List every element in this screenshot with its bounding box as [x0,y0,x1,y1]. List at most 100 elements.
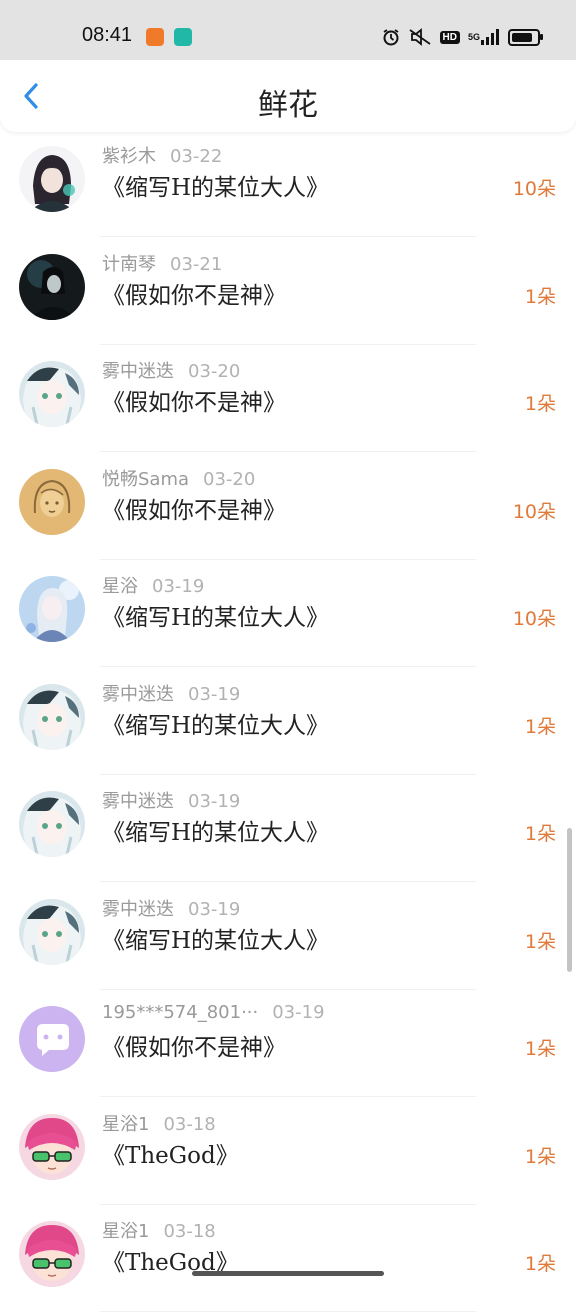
user-name[interactable]: 雾中迷迭 [102,791,174,812]
status-bar: 08:41 HD 5G [0,0,576,60]
user-name[interactable]: 雾中迷迭 [102,899,174,920]
flower-count: 1朵 [524,1253,556,1275]
item-meta: 星浴1 03-18 [102,1217,216,1243]
user-name[interactable]: 星浴1 [102,1221,149,1242]
user-name[interactable]: 星浴 [102,576,138,597]
flower-count: 10朵 [512,178,556,200]
work-title[interactable]: 《假如你不是神》 [102,1028,286,1062]
work-title[interactable]: 《缩写H的某位大人》 [102,813,329,847]
5g-signal-icon: 5G [468,29,500,45]
pink-hair-glasses-avatar [19,1113,85,1180]
status-icons: HD 5G [382,26,543,48]
flower-count: 1朵 [524,1038,556,1060]
item-meta: 悦畅Sama 03-20 [102,465,255,491]
avatar[interactable] [19,1006,85,1072]
work-title[interactable]: 《缩写H的某位大人》 [102,706,329,740]
alarm-icon [382,28,400,46]
work-title[interactable]: 《假如你不是神》 [102,491,286,525]
flower-count: 1朵 [524,1145,556,1168]
default-chat-avatar [19,1006,85,1072]
item-date: 03-20 [188,361,241,382]
list-item[interactable]: 紫衫木 03-22 《缩写H的某位大人》 10朵 [0,130,576,237]
item-date: 03-21 [170,253,223,275]
battery-level [512,32,532,42]
flower-count: 10朵 [512,608,556,630]
user-name[interactable]: 悦畅Sama [102,469,189,490]
battery-icon [508,28,543,46]
white-hair-anime-avatar [19,361,85,427]
network-type: 5G [467,31,480,42]
item-meta: 雾中迷迭 03-19 [102,680,240,706]
list-item[interactable]: 星浴 03-19 《缩写H的某位大人》 10朵 [0,560,576,667]
user-name[interactable]: 195***574_801··· [102,1002,258,1023]
header: 鲜花 [0,60,576,132]
item-meta: 星浴 03-19 [102,572,204,598]
work-title[interactable]: 《缩写H的某位大人》 [102,921,329,955]
item-date: 03-19 [272,1002,325,1023]
item-meta: 计南琴 03-21 [102,250,222,276]
item-meta: 雾中迷迭 03-19 [102,895,240,921]
list-item[interactable]: 星浴1 03-18 《TheGod》 1朵 [0,1098,576,1205]
mute-icon [408,28,432,46]
list-item[interactable]: 星浴1 03-18 《TheGod》 1朵 [0,1205,576,1312]
avatar[interactable] [19,576,85,642]
work-title[interactable]: 《TheGod》 [102,1136,239,1170]
scrollbar[interactable] [567,828,572,972]
list-item[interactable]: 计南琴 03-21 《假如你不是神》 1朵 [0,238,576,345]
avatar[interactable] [19,1221,85,1287]
avatar[interactable] [19,361,85,427]
flower-count: 1朵 [524,715,556,738]
flower-count: 10朵 [512,500,556,523]
list-item[interactable]: 雾中迷迭 03-19 《缩写H的某位大人》 1朵 [0,668,576,775]
white-hair-anime-avatar [19,683,85,750]
avatar[interactable] [19,791,85,857]
item-date: 03-19 [152,576,205,597]
user-name[interactable]: 紫衫木 [102,146,156,167]
flower-count: 1朵 [524,823,556,845]
avatar[interactable] [19,146,85,212]
avatar[interactable] [19,898,85,965]
item-date: 03-18 [163,1221,216,1242]
white-hair-anime-avatar [19,898,85,965]
list-item[interactable]: 雾中迷迭 03-20 《假如你不是神》 1朵 [0,345,576,452]
user-name[interactable]: 雾中迷迭 [102,361,174,382]
user-name[interactable]: 星浴1 [102,1114,149,1135]
white-hair-anime-avatar [19,791,85,857]
avatar[interactable] [19,253,85,320]
work-title[interactable]: 《缩写H的某位大人》 [102,598,329,632]
flower-count: 1朵 [524,930,556,953]
blue-anime-avatar [19,576,85,642]
sketch-girl-avatar [19,468,85,535]
page-title: 鲜花 [258,88,318,123]
avatar[interactable] [19,468,85,535]
user-name[interactable]: 计南琴 [102,254,156,275]
work-title[interactable]: 《假如你不是神》 [102,383,286,417]
pink-hair-glasses-avatar [19,1221,85,1287]
avatar[interactable] [19,1113,85,1180]
item-meta: 星浴1 03-18 [102,1110,216,1136]
teal-app-icon [174,28,192,46]
flower-count: 1朵 [524,285,556,308]
avatar[interactable] [19,683,85,750]
work-title[interactable]: 《假如你不是神》 [102,276,286,310]
list-item[interactable]: 悦畅Sama 03-20 《假如你不是神》 10朵 [0,453,576,560]
dark-hair-anime-avatar [19,146,85,212]
list-item[interactable]: 195***574_801··· 03-19 《假如你不是神》 1朵 [0,990,576,1097]
item-meta: 雾中迷迭 03-19 [102,787,240,813]
home-indicator[interactable] [192,1271,384,1276]
list-item[interactable]: 雾中迷迭 03-19 《缩写H的某位大人》 1朵 [0,775,576,882]
work-title[interactable]: 《缩写H的某位大人》 [102,168,329,202]
list-item[interactable]: 雾中迷迭 03-19 《缩写H的某位大人》 1朵 [0,883,576,990]
orange-app-icon [146,28,164,46]
item-date: 03-19 [188,791,241,812]
user-name[interactable]: 雾中迷迭 [102,684,174,705]
item-date: 03-19 [188,898,241,920]
item-meta: 195***574_801··· 03-19 [102,1002,325,1023]
item-date: 03-22 [170,146,223,167]
item-date: 03-18 [163,1113,216,1135]
flower-count: 1朵 [524,393,556,415]
item-date: 03-19 [188,683,241,705]
hd-icon: HD [439,30,460,44]
dark-figure-avatar [19,253,85,320]
item-meta: 雾中迷迭 03-20 [102,357,240,383]
